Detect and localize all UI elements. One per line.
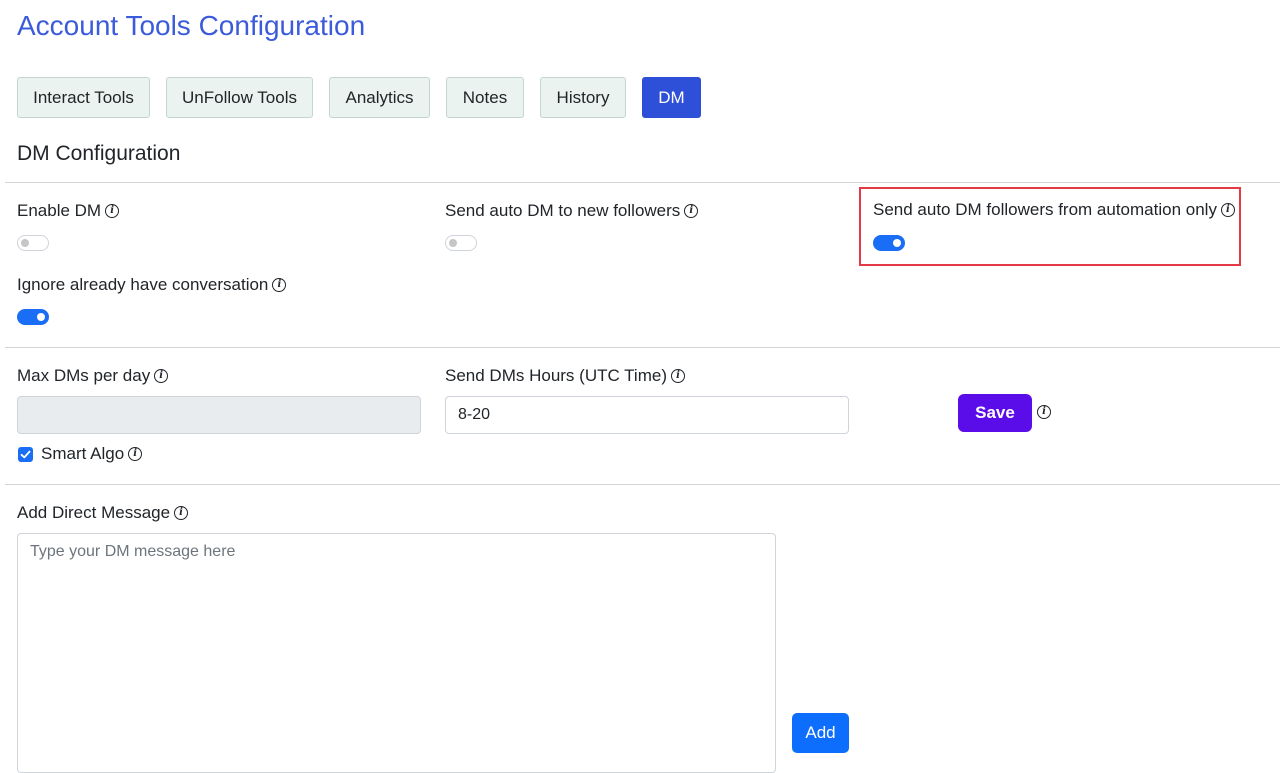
send-hours-label: Send DMs Hours (UTC Time) bbox=[445, 366, 667, 385]
info-icon[interactable]: i bbox=[174, 506, 189, 520]
tab-analytics[interactable]: Analytics bbox=[329, 77, 430, 118]
enable-dm-toggle[interactable] bbox=[17, 235, 49, 251]
tab-history[interactable]: History bbox=[540, 77, 626, 118]
highlight-box bbox=[859, 187, 1241, 266]
add-button[interactable]: Add bbox=[792, 713, 849, 753]
info-icon[interactable]: i bbox=[105, 204, 120, 218]
max-dms-input[interactable] bbox=[17, 396, 421, 434]
toggle-knob bbox=[21, 239, 29, 247]
section-title: DM Configuration bbox=[17, 142, 181, 165]
toggle-knob bbox=[449, 239, 457, 247]
toggle-knob bbox=[37, 313, 45, 321]
direct-message-label: Add Direct Message bbox=[17, 503, 171, 522]
send-auto-dm-automation-only-label: Send auto DM followers from automation o… bbox=[873, 200, 1217, 219]
enable-dm-label-group: Enable DM i bbox=[17, 201, 120, 221]
max-dms-label-group: Max DMs per day i bbox=[17, 366, 169, 386]
divider bbox=[5, 484, 1280, 485]
check-icon bbox=[20, 450, 31, 459]
send-hours-label-group: Send DMs Hours (UTC Time) i bbox=[445, 366, 685, 386]
send-auto-dm-new-followers-label: Send auto DM to new followers bbox=[445, 201, 681, 220]
tab-interact-tools[interactable]: Interact Tools bbox=[17, 77, 150, 118]
send-auto-dm-new-followers-toggle[interactable] bbox=[445, 235, 477, 251]
info-icon[interactable]: i bbox=[1220, 203, 1235, 217]
divider bbox=[5, 182, 1280, 183]
save-button[interactable]: Save bbox=[958, 394, 1032, 432]
info-icon[interactable]: i bbox=[684, 204, 699, 218]
dm-message-textarea[interactable]: Type your DM message here bbox=[17, 533, 776, 773]
info-icon[interactable]: i bbox=[670, 369, 685, 383]
toggle-knob bbox=[893, 239, 901, 247]
send-auto-dm-automation-only-toggle[interactable] bbox=[873, 235, 905, 251]
direct-message-label-group: Add Direct Message i bbox=[17, 503, 189, 523]
enable-dm-label: Enable DM bbox=[17, 201, 102, 220]
send-hours-input[interactable]: 8-20 bbox=[445, 396, 849, 434]
tab-notes[interactable]: Notes bbox=[446, 77, 524, 118]
new-followers-label-group: Send auto DM to new followers i bbox=[445, 201, 699, 221]
tab-unfollow-tools[interactable]: UnFollow Tools bbox=[166, 77, 313, 118]
ignore-conversation-toggle[interactable] bbox=[17, 309, 49, 325]
info-icon[interactable]: i bbox=[272, 278, 287, 292]
smart-algo-checkbox[interactable] bbox=[18, 447, 33, 462]
info-icon[interactable]: i bbox=[128, 447, 143, 461]
tab-dm[interactable]: DM bbox=[642, 77, 701, 118]
smart-algo-label: Smart Algo bbox=[41, 444, 125, 463]
ignore-conversation-label-group: Ignore already have conversation i bbox=[17, 275, 287, 295]
automation-only-label-group: Send auto DM followers from automation o… bbox=[873, 200, 1235, 220]
page-title: Account Tools Configuration bbox=[17, 10, 366, 41]
max-dms-label: Max DMs per day bbox=[17, 366, 151, 385]
divider bbox=[5, 347, 1280, 348]
info-icon[interactable]: i bbox=[154, 369, 169, 383]
ignore-conversation-label: Ignore already have conversation bbox=[17, 275, 269, 294]
info-icon[interactable]: i bbox=[1037, 405, 1051, 419]
smart-algo-label-group: Smart Algo i bbox=[41, 444, 143, 464]
